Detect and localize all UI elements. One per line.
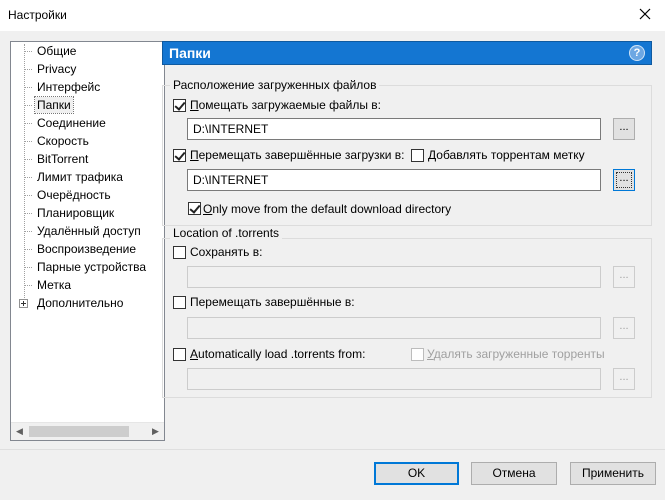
tree-connector-dots xyxy=(24,285,32,286)
move-completed-torrents-path-input[interactable] xyxy=(187,317,601,339)
put-new-browse-button[interactable]: ... xyxy=(613,118,635,140)
section-title: Папки xyxy=(169,45,211,61)
tree-item-label: Общие xyxy=(37,44,77,58)
tree-item-label: Privacy xyxy=(37,62,77,76)
auto-load-path-input[interactable] xyxy=(187,368,601,390)
delete-loaded-label[interactable]: Удалять загруженные торренты xyxy=(427,347,605,361)
apply-button[interactable]: Применить xyxy=(570,462,656,485)
auto-load-label-text: utomatically load .torrents from: xyxy=(198,347,366,361)
torrents-location-group-label: Location of .torrents xyxy=(170,226,283,240)
delete-loaded-label-accel: У xyxy=(427,347,434,361)
only-move-default-checkbox[interactable] xyxy=(188,202,201,215)
move-completed-checkbox[interactable] xyxy=(173,149,186,162)
auto-load-label-accel: A xyxy=(190,347,199,361)
tree-connector-dots xyxy=(24,123,32,124)
move-completed-browse-button[interactable]: ... xyxy=(613,169,635,191)
tree-connector-dots xyxy=(24,141,32,142)
tree-connector-dots xyxy=(24,69,32,70)
put-new-label[interactable]: Помещать загружаемые файлы в: xyxy=(190,98,381,112)
only-move-default-label[interactable]: Only move from the default download dire… xyxy=(203,202,451,216)
tree-connector-dots xyxy=(24,87,32,88)
tree-item-label: BitTorrent xyxy=(37,152,89,166)
append-label-label[interactable]: Добавлять торрентам метку xyxy=(428,148,585,162)
tree-item-label: Парные устройства xyxy=(37,260,147,274)
scrollbar-thumb[interactable] xyxy=(29,426,129,437)
put-new-label-text: омещать загружаемые файлы в: xyxy=(198,98,381,112)
store-torrents-checkbox[interactable] xyxy=(173,246,186,259)
tree-item-label: Лимит трафика xyxy=(37,170,123,184)
store-torrents-path-input[interactable] xyxy=(187,266,601,288)
download-location-group-label: Расположение загруженных файлов xyxy=(170,78,380,92)
tree-connector-dots xyxy=(24,267,32,268)
ok-button[interactable]: OK xyxy=(374,462,459,485)
tree-connector-dots xyxy=(24,51,32,52)
append-label-text: обавлять торрентам метку xyxy=(436,148,585,162)
tree-item-label: Скорость xyxy=(37,134,89,148)
put-new-path-input[interactable]: D:\INTERNET xyxy=(187,118,601,140)
delete-loaded-checkbox[interactable] xyxy=(411,348,424,361)
cancel-button[interactable]: Отмена xyxy=(471,462,557,485)
move-completed-torrents-label[interactable]: Перемещать завершённые в: xyxy=(190,295,355,309)
section-header: Папки ? xyxy=(162,41,652,65)
tree-item-label: Метка xyxy=(37,278,72,292)
append-label-checkbox[interactable] xyxy=(411,149,424,162)
scroll-left-icon[interactable]: ◀ xyxy=(11,423,28,440)
tree-connector xyxy=(24,44,25,304)
tree-item-label: Интерфейс xyxy=(37,80,101,94)
tree-connector-dots xyxy=(24,213,32,214)
only-move-label-accel: O xyxy=(203,202,213,216)
tree-item-label: Соединение xyxy=(37,116,106,130)
put-new-label-accel: П xyxy=(190,98,199,112)
tree-connector-dots xyxy=(24,249,32,250)
tree-connector-dots xyxy=(24,159,32,160)
tree-connector-dots xyxy=(24,195,32,196)
scroll-right-icon[interactable]: ▶ xyxy=(147,423,164,440)
auto-load-label[interactable]: Automatically load .torrents from: xyxy=(190,347,365,361)
move-completed-label[interactable]: Перемещать завершённые загрузки в: xyxy=(190,148,404,162)
expand-plus-icon[interactable] xyxy=(19,299,28,308)
tree-connector-dots xyxy=(24,177,32,178)
tree-item-label: Удалённый доступ xyxy=(37,224,141,238)
title-bar: Настройки xyxy=(0,0,665,31)
tree-connector-dots xyxy=(24,105,32,106)
tree-item-label: Очерёдность xyxy=(37,188,111,202)
close-icon[interactable] xyxy=(635,4,655,24)
move-completed-torrents-browse-button[interactable]: ... xyxy=(613,317,635,339)
help-icon[interactable]: ? xyxy=(629,45,645,61)
auto-load-browse-button[interactable]: ... xyxy=(613,368,635,390)
store-torrents-label[interactable]: Сохранять в: xyxy=(190,245,262,259)
auto-load-checkbox[interactable] xyxy=(173,348,186,361)
settings-tree[interactable]: Общие Privacy Интерфейс Папки Соединение Скор… xyxy=(10,41,165,441)
tree-item-label: Воспроизведение xyxy=(37,242,137,256)
move-completed-torrents-checkbox[interactable] xyxy=(173,296,186,309)
move-completed-label-accel: П xyxy=(190,148,199,162)
only-move-label-text: nly move from the default download direc… xyxy=(212,202,452,216)
button-bar xyxy=(0,449,665,500)
delete-loaded-label-text: далять загруженные торренты xyxy=(433,347,605,361)
tree-item-label: Планировщик xyxy=(37,206,115,220)
move-completed-label-text: еремещать завершённые загрузки в: xyxy=(198,148,405,162)
store-torrents-browse-button[interactable]: ... xyxy=(613,266,635,288)
tree-item-label: Папки xyxy=(34,96,74,114)
move-completed-path-input[interactable]: D:\INTERNET xyxy=(187,169,601,191)
put-new-checkbox[interactable] xyxy=(173,99,186,112)
tree-connector-dots xyxy=(24,231,32,232)
window-title: Настройки xyxy=(8,8,67,22)
tree-item-label: Дополнительно xyxy=(37,296,124,310)
tree-horizontal-scrollbar[interactable]: ◀ ▶ xyxy=(11,422,164,440)
